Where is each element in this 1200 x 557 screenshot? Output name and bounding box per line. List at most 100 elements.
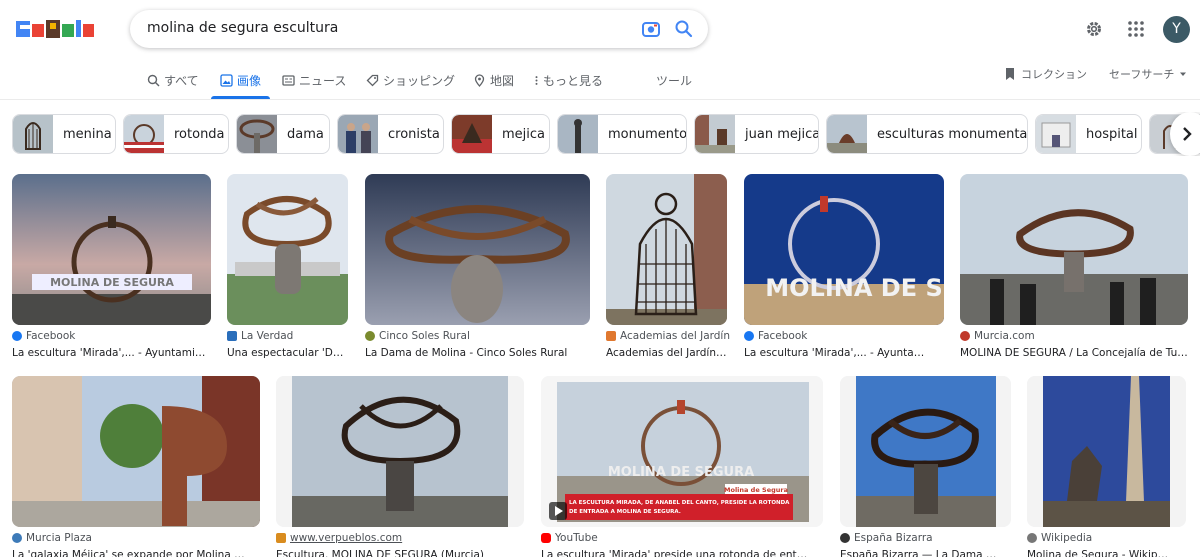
sign-text: MOLINA DE SEGURA: [608, 465, 754, 480]
right-tools: コレクション セーフサーチ: [1004, 64, 1187, 84]
account-avatar[interactable]: Y: [1163, 16, 1190, 43]
source-name: Cinco Soles Rural: [379, 330, 470, 342]
result-source[interactable]: Murcia Plaza: [12, 532, 92, 544]
chip-mejica[interactable]: mejica: [451, 114, 550, 154]
espana-bizarra-icon: [840, 533, 850, 543]
header: molina de segura escultura Y すべて 画像 ニュース…: [0, 0, 1200, 100]
result-title[interactable]: La escultura 'Mirada',... - Ayuntamiento…: [12, 347, 211, 359]
result-source[interactable]: Murcia.com: [960, 330, 1035, 342]
sign-text: MOLINA DE S: [765, 274, 942, 302]
result-source[interactable]: Cinco Soles Rural: [365, 330, 470, 342]
result-title[interactable]: Una espectacular 'Dama' ...: [227, 347, 348, 359]
tab-label: 画像: [237, 74, 262, 88]
result-title[interactable]: Academias del Jardín: ...: [606, 347, 727, 359]
result-source[interactable]: www.verpueblos.com: [276, 532, 402, 544]
search-icon[interactable]: [674, 19, 694, 39]
result-title[interactable]: La 'galaxia Méjica' se expande por Molin…: [12, 549, 248, 557]
chip-cronista[interactable]: cronista: [337, 114, 444, 154]
chip-thumbnail: [13, 115, 53, 153]
tab-maps[interactable]: 地図: [473, 72, 514, 89]
murcia-plaza-icon: [12, 533, 22, 543]
safesearch-button[interactable]: セーフサーチ: [1109, 66, 1174, 82]
map-pin-icon: [474, 74, 485, 87]
tab-all[interactable]: すべて: [147, 72, 199, 89]
source-name: España Bizarra: [854, 532, 933, 544]
facebook-icon: [744, 331, 754, 341]
source-name: La Verdad: [241, 330, 294, 342]
cinco-soles-icon: [365, 331, 375, 341]
result-title[interactable]: La escultura 'Mirada',... - Ayuntamiento…: [744, 347, 932, 359]
chip-label: rotonda: [174, 126, 225, 142]
apps-grid-icon[interactable]: [1127, 20, 1145, 38]
tab-label: 地図: [490, 74, 515, 88]
result-source[interactable]: La Verdad: [227, 330, 293, 342]
source-name: www.verpueblos.com: [290, 532, 403, 544]
collections-link[interactable]: コレクション: [1021, 66, 1087, 82]
result-source[interactable]: Wikipedia: [1027, 532, 1092, 544]
tab-label: ツール: [656, 74, 693, 88]
result-title[interactable]: La escultura 'Mirada' preside una rotond…: [541, 549, 811, 557]
chip-hospital[interactable]: hospital: [1035, 114, 1142, 154]
result-thumbnail[interactable]: [227, 174, 348, 325]
murcia-com-icon: [960, 331, 970, 341]
chip-thumbnail: [237, 115, 277, 153]
result-thumbnail[interactable]: MOLINA DE S: [744, 174, 944, 325]
chip-menina[interactable]: menina: [12, 114, 116, 154]
video-caption: DE ENTRADA A MOLINA DE SEGURA.: [569, 509, 681, 515]
result-thumbnail[interactable]: [12, 376, 260, 527]
settings-gear-icon[interactable]: [1084, 19, 1104, 39]
tab-label: すべて: [164, 74, 199, 88]
source-name: Facebook: [26, 330, 76, 342]
result-source[interactable]: España Bizarra: [840, 532, 933, 544]
source-name: Murcia.com: [974, 330, 1035, 342]
result-thumbnail[interactable]: [1027, 376, 1186, 527]
chip-thumbnail: [452, 115, 492, 153]
tab-label: ショッピング: [383, 74, 456, 88]
result-thumbnail[interactable]: [606, 174, 727, 325]
source-name: YouTube: [555, 532, 598, 544]
tab-news[interactable]: ニュース: [282, 72, 346, 89]
result-source[interactable]: YouTube: [541, 532, 598, 544]
result-title[interactable]: MOLINA DE SEGURA / La Concejalía de Turi…: [960, 347, 1188, 359]
result-source[interactable]: Facebook: [744, 330, 807, 342]
result-thumbnail[interactable]: [365, 174, 590, 325]
result-title[interactable]: Escultura. MOLINA DE SEGURA (Murcia): [276, 549, 512, 557]
result-thumbnail[interactable]: [840, 376, 1011, 527]
chip-rotonda[interactable]: rotonda: [123, 114, 229, 154]
tag-icon: [366, 74, 379, 87]
result-thumbnail[interactable]: MOLINA DE SEGURA: [12, 174, 211, 325]
tab-images[interactable]: 画像: [220, 72, 261, 89]
source-name: Academias del Jardín: [620, 330, 730, 342]
youtube-icon: [541, 533, 551, 543]
la-verdad-icon: [227, 331, 237, 341]
sign-text: MOLINA DE SEGURA: [50, 276, 174, 289]
search-tabs: すべて 画像 ニュース ショッピング 地図 もっと見る ツール: [0, 64, 1000, 100]
more-icon: [535, 76, 538, 85]
chip-label: hospital: [1086, 126, 1138, 142]
chip-dama[interactable]: dama: [236, 114, 330, 154]
search-box[interactable]: molina de segura escultura: [130, 10, 708, 48]
chip-label: dama: [287, 126, 324, 142]
google-doodle-logo[interactable]: [16, 18, 94, 40]
chip-label: juan mejica: [745, 126, 819, 142]
chip-monumento[interactable]: monumento: [557, 114, 687, 154]
result-title[interactable]: La Dama de Molina - Cinco Soles Rural: [365, 347, 590, 359]
result-thumbnail[interactable]: [276, 376, 524, 527]
chip-juan-mejica[interactable]: juan mejica: [694, 114, 819, 154]
search-input[interactable]: molina de segura escultura: [147, 20, 338, 36]
bookmark-icon: [1006, 68, 1014, 80]
result-title[interactable]: Molina de Segura - Wikipedia, la ...: [1027, 549, 1174, 557]
result-title[interactable]: España Bizarra — La Dama de Molina ...: [840, 549, 999, 557]
result-thumbnail[interactable]: MOLINA DE SEGURA Molina de Segura LA ESC…: [541, 376, 823, 527]
verpueblos-icon: [276, 533, 286, 543]
result-source[interactable]: Facebook: [12, 330, 75, 342]
tab-more[interactable]: もっと見る: [534, 72, 603, 89]
tab-shopping[interactable]: ショッピング: [366, 72, 455, 89]
camera-lens-icon[interactable]: [641, 19, 661, 39]
video-tag: Molina de Segura: [724, 486, 788, 494]
result-source[interactable]: Academias del Jardín: [606, 330, 730, 342]
tab-tools[interactable]: ツール: [656, 72, 692, 89]
result-thumbnail[interactable]: [960, 174, 1188, 325]
active-tab-indicator: [211, 96, 270, 99]
chip-esculturas-monumentales[interactable]: esculturas monumentales: [826, 114, 1028, 154]
